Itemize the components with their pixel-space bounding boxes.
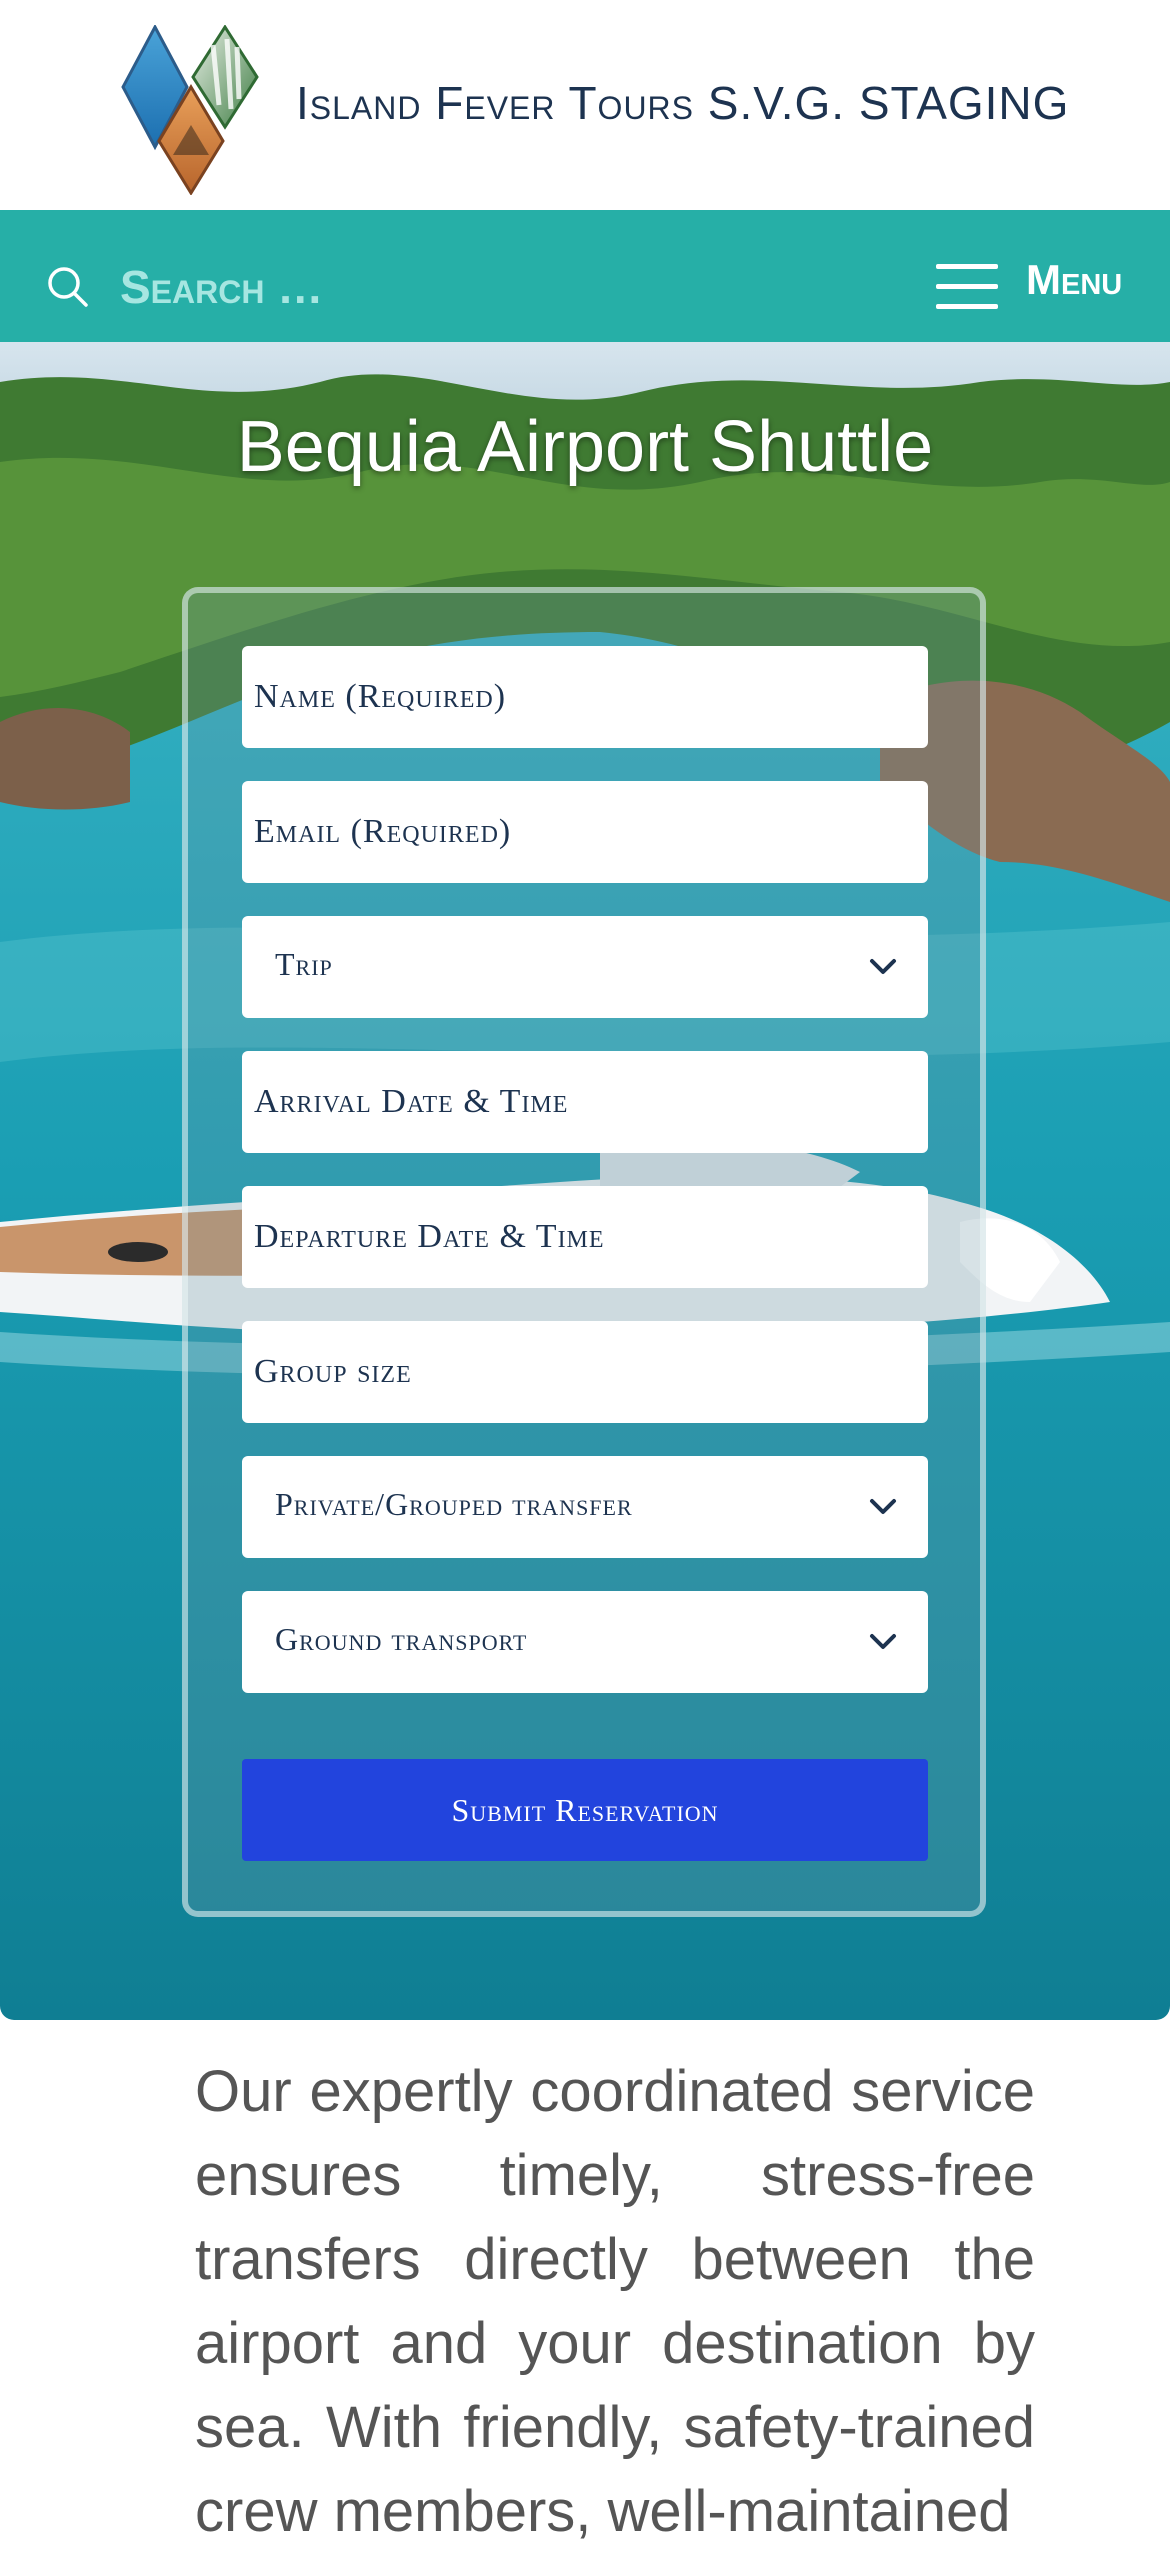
hero-title: Bequia Airport Shuttle: [236, 407, 934, 487]
departure-datetime-field[interactable]: [242, 1186, 928, 1288]
chevron-down-icon: [870, 959, 896, 974]
search-input[interactable]: [120, 252, 680, 322]
group-size-field[interactable]: [242, 1321, 928, 1423]
submit-reservation-button[interactable]: Submit Reservation: [242, 1759, 928, 1861]
ground-transport-select[interactable]: Ground transport: [242, 1591, 928, 1693]
transfer-type-select-value: Private/Grouped transfer: [275, 1486, 633, 1522]
menu-button[interactable]: Menu: [1026, 256, 1122, 304]
ground-transport-select-value: Ground transport: [275, 1621, 528, 1657]
chevron-down-icon: [870, 1634, 896, 1649]
arrival-datetime-field[interactable]: [242, 1051, 928, 1153]
transfer-type-select[interactable]: Private/Grouped transfer: [242, 1456, 928, 1558]
intro-paragraph: Our expertly coordinated service ensures…: [195, 2059, 1035, 2544]
site-title[interactable]: Island Fever Tours S.V.G. STAGING: [296, 76, 1069, 130]
trip-select-value: Trip: [275, 946, 333, 982]
search-icon[interactable]: [46, 265, 90, 309]
site-header: Island Fever Tours S.V.G. STAGING: [0, 0, 1170, 210]
trip-select[interactable]: Trip: [242, 916, 928, 1018]
chevron-down-icon: [870, 1499, 896, 1514]
email-field[interactable]: [242, 781, 928, 883]
hamburger-icon[interactable]: [936, 262, 998, 310]
name-field[interactable]: [242, 646, 928, 748]
site-logo[interactable]: [117, 25, 265, 195]
